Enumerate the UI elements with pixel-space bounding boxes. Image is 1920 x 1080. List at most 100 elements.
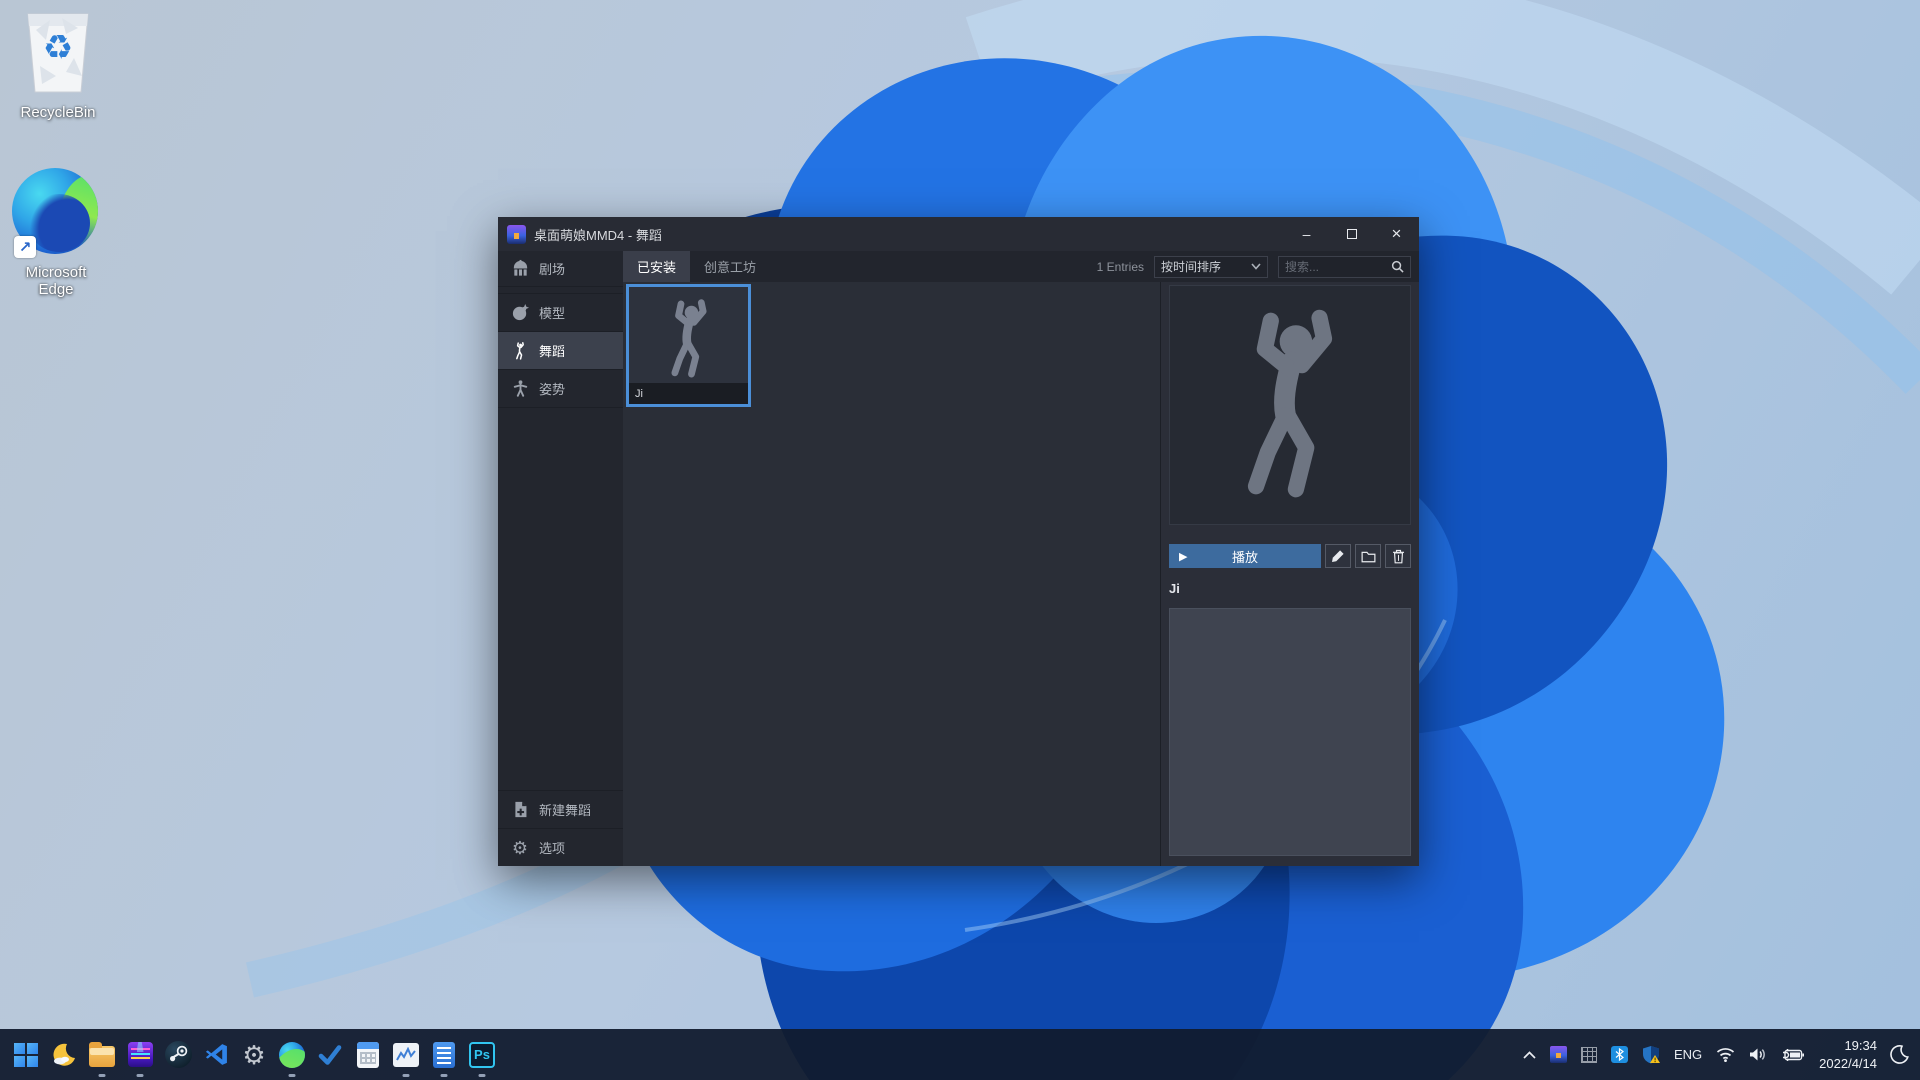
battery-charging-icon bbox=[1783, 1048, 1805, 1061]
taskbar-steam[interactable] bbox=[159, 1029, 197, 1080]
desktop: ♻ RecycleBin ↗ Microsoft Edge 桌面萌娘MMD4 -… bbox=[0, 0, 1920, 1080]
chevron-up-icon bbox=[1523, 1050, 1536, 1059]
mmd-app-icon bbox=[507, 224, 526, 244]
checkmark-app-icon bbox=[318, 1044, 342, 1065]
performance-monitor-icon bbox=[393, 1042, 419, 1067]
sidebar-item-theater[interactable]: 剧场 bbox=[498, 251, 623, 287]
sidebar: 剧场 模型 舞蹈 姿势 新建舞蹈 ⚙ 选项 bbox=[498, 251, 623, 866]
delete-trash-icon bbox=[1392, 549, 1404, 563]
desktop-icon-recycle-bin[interactable]: ♻ RecycleBin bbox=[6, 6, 110, 121]
wifi-icon bbox=[1717, 1048, 1735, 1062]
dance-grid: Ji bbox=[623, 282, 1160, 866]
dance-icon bbox=[510, 341, 530, 361]
calculator-icon bbox=[357, 1041, 379, 1068]
desktop-icon-label: Microsoft Edge bbox=[25, 264, 87, 299]
edit-button[interactable] bbox=[1325, 544, 1351, 568]
notepad-icon bbox=[433, 1041, 455, 1068]
sidebar-divider bbox=[498, 287, 623, 294]
open-folder-icon bbox=[1361, 551, 1375, 562]
taskbar-settings[interactable]: ⚙ bbox=[235, 1029, 273, 1080]
options-gear-icon: ⚙ bbox=[511, 837, 529, 858]
widgets-weather-moon-icon bbox=[51, 1042, 77, 1068]
sidebar-item-pose[interactable]: 姿势 bbox=[498, 370, 623, 408]
minimize-button[interactable]: – bbox=[1284, 217, 1329, 251]
taskbar-vscode[interactable] bbox=[197, 1029, 235, 1080]
hidden-icons-button[interactable] bbox=[1516, 1029, 1543, 1080]
tray-wifi[interactable] bbox=[1709, 1029, 1742, 1080]
theater-icon bbox=[510, 259, 530, 279]
search-icon bbox=[1391, 260, 1404, 273]
taskbar-calculator[interactable] bbox=[349, 1029, 387, 1080]
night-mode-moon-icon bbox=[1890, 1045, 1909, 1064]
tray-battery[interactable] bbox=[1774, 1029, 1811, 1080]
taskbar-checkmark-app[interactable] bbox=[311, 1029, 349, 1080]
steam-icon bbox=[164, 1041, 192, 1068]
maximize-button[interactable] bbox=[1329, 217, 1374, 251]
tab-workshop[interactable]: 创意工坊 bbox=[690, 251, 770, 282]
clock-time: 19:34 bbox=[1844, 1037, 1877, 1053]
file-explorer-icon bbox=[89, 1042, 115, 1067]
maximize-icon bbox=[1346, 229, 1357, 239]
dance-item-ji[interactable]: Ji bbox=[626, 284, 751, 407]
sidebar-item-label: 剧场 bbox=[539, 262, 566, 277]
language-indicator[interactable]: ENG bbox=[1667, 1029, 1709, 1080]
tray-grid-app[interactable] bbox=[1574, 1029, 1604, 1080]
taskbar-edge[interactable] bbox=[273, 1029, 311, 1080]
taskbar-start-button[interactable] bbox=[7, 1029, 45, 1080]
recycle-arrows-icon: ♻ bbox=[42, 29, 74, 68]
vscode-icon bbox=[205, 1044, 227, 1065]
sidebar-item-label: 选项 bbox=[539, 841, 566, 856]
sidebar-item-model[interactable]: 模型 bbox=[498, 294, 623, 332]
dancing-figure-icon bbox=[1247, 309, 1333, 498]
open-folder-button[interactable] bbox=[1355, 544, 1381, 568]
sidebar-item-dance[interactable]: 舞蹈 bbox=[498, 332, 623, 370]
volume-icon bbox=[1750, 1048, 1765, 1061]
close-button[interactable]: × bbox=[1374, 217, 1419, 251]
sidebar-item-label: 姿势 bbox=[539, 382, 566, 397]
security-shield-icon bbox=[1642, 1045, 1660, 1064]
mmd-tray-icon bbox=[1549, 1046, 1567, 1063]
tray-volume[interactable] bbox=[1742, 1029, 1774, 1080]
tray-bluetooth[interactable] bbox=[1604, 1029, 1635, 1080]
toolbar: 已安装 创意工坊 1 Entries 按时间排序 bbox=[623, 251, 1419, 282]
edge-icon: ↗ bbox=[12, 168, 100, 258]
system-tray: ENG 19:34 2022/4/14 bbox=[1516, 1029, 1920, 1080]
play-button[interactable]: ▶ 播放 bbox=[1169, 544, 1321, 568]
taskbar-file-explorer[interactable] bbox=[83, 1029, 121, 1080]
tray-mmd-app[interactable] bbox=[1543, 1029, 1574, 1080]
taskbar-widgets-button[interactable] bbox=[45, 1029, 83, 1080]
search-input[interactable] bbox=[1285, 259, 1391, 274]
grid-tray-icon bbox=[1580, 1046, 1597, 1063]
dance-preview bbox=[1169, 285, 1411, 525]
mmd-app-window: 桌面萌娘MMD4 - 舞蹈 – × 剧场 模型 舞蹈 姿势 新建舞蹈 ⚙ 选项 … bbox=[498, 217, 1419, 866]
pose-icon bbox=[510, 379, 530, 399]
delete-button[interactable] bbox=[1385, 544, 1411, 568]
shortcut-arrow-icon: ↗ bbox=[14, 236, 36, 258]
taskbar-game-app[interactable] bbox=[121, 1029, 159, 1080]
taskbar-clock[interactable]: 19:34 2022/4/14 bbox=[1811, 1037, 1883, 1072]
tray-security[interactable] bbox=[1635, 1029, 1667, 1080]
description-box bbox=[1169, 608, 1411, 856]
dancing-figure-icon bbox=[658, 298, 720, 379]
taskbar-photoshop[interactable]: Ps bbox=[463, 1029, 501, 1080]
taskbar: ⚙ Ps ENG 19:34 2022/4/14 bbox=[0, 1029, 1920, 1080]
desktop-icon-microsoft-edge[interactable]: ↗ Microsoft Edge bbox=[4, 168, 108, 299]
chevron-down-icon bbox=[1251, 263, 1261, 270]
night-mode-indicator[interactable] bbox=[1883, 1029, 1916, 1080]
sidebar-item-label: 新建舞蹈 bbox=[539, 803, 592, 818]
start-icon bbox=[14, 1042, 38, 1067]
sidebar-item-new-dance[interactable]: 新建舞蹈 bbox=[498, 790, 623, 828]
sidebar-item-options[interactable]: ⚙ 选项 bbox=[498, 828, 623, 866]
tab-installed[interactable]: 已安装 bbox=[623, 251, 691, 282]
window-titlebar[interactable]: 桌面萌娘MMD4 - 舞蹈 – × bbox=[498, 217, 1419, 251]
settings-gear-icon: ⚙ bbox=[242, 1039, 266, 1070]
detail-item-name: Ji bbox=[1169, 581, 1180, 596]
taskbar-performance-monitor[interactable] bbox=[387, 1029, 425, 1080]
sort-dropdown[interactable]: 按时间排序 bbox=[1154, 255, 1268, 278]
entries-count: 1 Entries bbox=[1096, 259, 1144, 274]
taskbar-notepad[interactable] bbox=[425, 1029, 463, 1080]
search-box bbox=[1278, 255, 1411, 278]
clock-date: 2022/4/14 bbox=[1819, 1055, 1877, 1071]
edge-icon bbox=[279, 1041, 305, 1068]
